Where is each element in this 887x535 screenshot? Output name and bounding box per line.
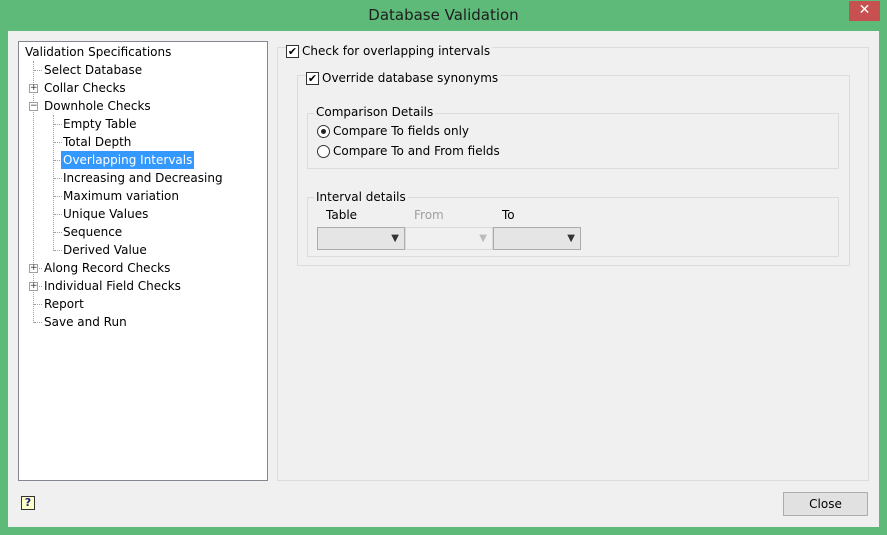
tree-item-total-depth[interactable]: Total Depth	[61, 133, 133, 151]
tree-item-collar-checks[interactable]: Collar Checks	[42, 79, 128, 97]
window-title: Database Validation	[368, 6, 519, 24]
expand-icon[interactable]: +	[29, 264, 38, 273]
tree-item-sequence[interactable]: Sequence	[61, 223, 124, 241]
to-dropdown[interactable]: ▼	[493, 227, 581, 250]
compare-to-only-radio[interactable]	[317, 125, 330, 138]
tree-item-derived-value[interactable]: Derived Value	[61, 241, 149, 259]
compare-to-from-radio[interactable]	[317, 145, 330, 158]
expand-icon[interactable]: +	[29, 84, 38, 93]
window-close-button[interactable]: ✕	[849, 1, 880, 21]
interval-title: Interval details	[314, 190, 408, 204]
tree-root[interactable]: Validation Specifications	[23, 43, 173, 61]
tree-item-along-record-checks[interactable]: Along Record Checks	[42, 259, 172, 277]
collapse-icon[interactable]: −	[29, 102, 38, 111]
override-synonyms-label[interactable]: Override database synonyms	[320, 71, 501, 85]
table-dropdown[interactable]: ▼	[317, 227, 405, 250]
from-label: From	[414, 208, 444, 222]
tree-item-downhole-checks[interactable]: Downhole Checks	[42, 97, 153, 115]
tree-item-individual-field-checks[interactable]: Individual Field Checks	[42, 277, 183, 295]
tree-item-report[interactable]: Report	[42, 295, 86, 313]
expand-icon[interactable]: +	[29, 282, 38, 291]
to-label: To	[502, 208, 515, 222]
override-synonyms-checkbox[interactable]: ✔	[306, 72, 319, 85]
validation-tree[interactable]: Validation Specifications + − + + Select…	[18, 41, 268, 481]
chevron-down-icon: ▼	[391, 233, 399, 244]
comparison-group	[307, 113, 839, 169]
help-icon[interactable]: ?	[21, 496, 35, 510]
comparison-title: Comparison Details	[314, 105, 436, 119]
tree-item-overlapping-intervals[interactable]: Overlapping Intervals	[61, 151, 195, 169]
tree-item-empty-table[interactable]: Empty Table	[61, 115, 139, 133]
check-overlap-label[interactable]: Check for overlapping intervals	[300, 44, 493, 58]
chevron-down-icon: ▼	[567, 233, 575, 244]
table-label: Table	[326, 208, 358, 222]
tree-item-maximum-variation[interactable]: Maximum variation	[61, 187, 181, 205]
tree-item-unique-values[interactable]: Unique Values	[61, 205, 150, 223]
tree-item-save-and-run[interactable]: Save and Run	[42, 313, 129, 331]
tree-item-increasing-decreasing[interactable]: Increasing and Decreasing	[61, 169, 225, 187]
chevron-down-icon: ▼	[479, 233, 487, 244]
compare-to-from-label[interactable]: Compare To and From fields	[333, 144, 500, 158]
check-overlap-checkbox[interactable]: ✔	[286, 45, 299, 58]
compare-to-only-label[interactable]: Compare To fields only	[333, 124, 469, 138]
from-dropdown: ▼	[405, 227, 493, 250]
close-button[interactable]: Close	[783, 492, 868, 516]
tree-item-select-database[interactable]: Select Database	[42, 61, 144, 79]
